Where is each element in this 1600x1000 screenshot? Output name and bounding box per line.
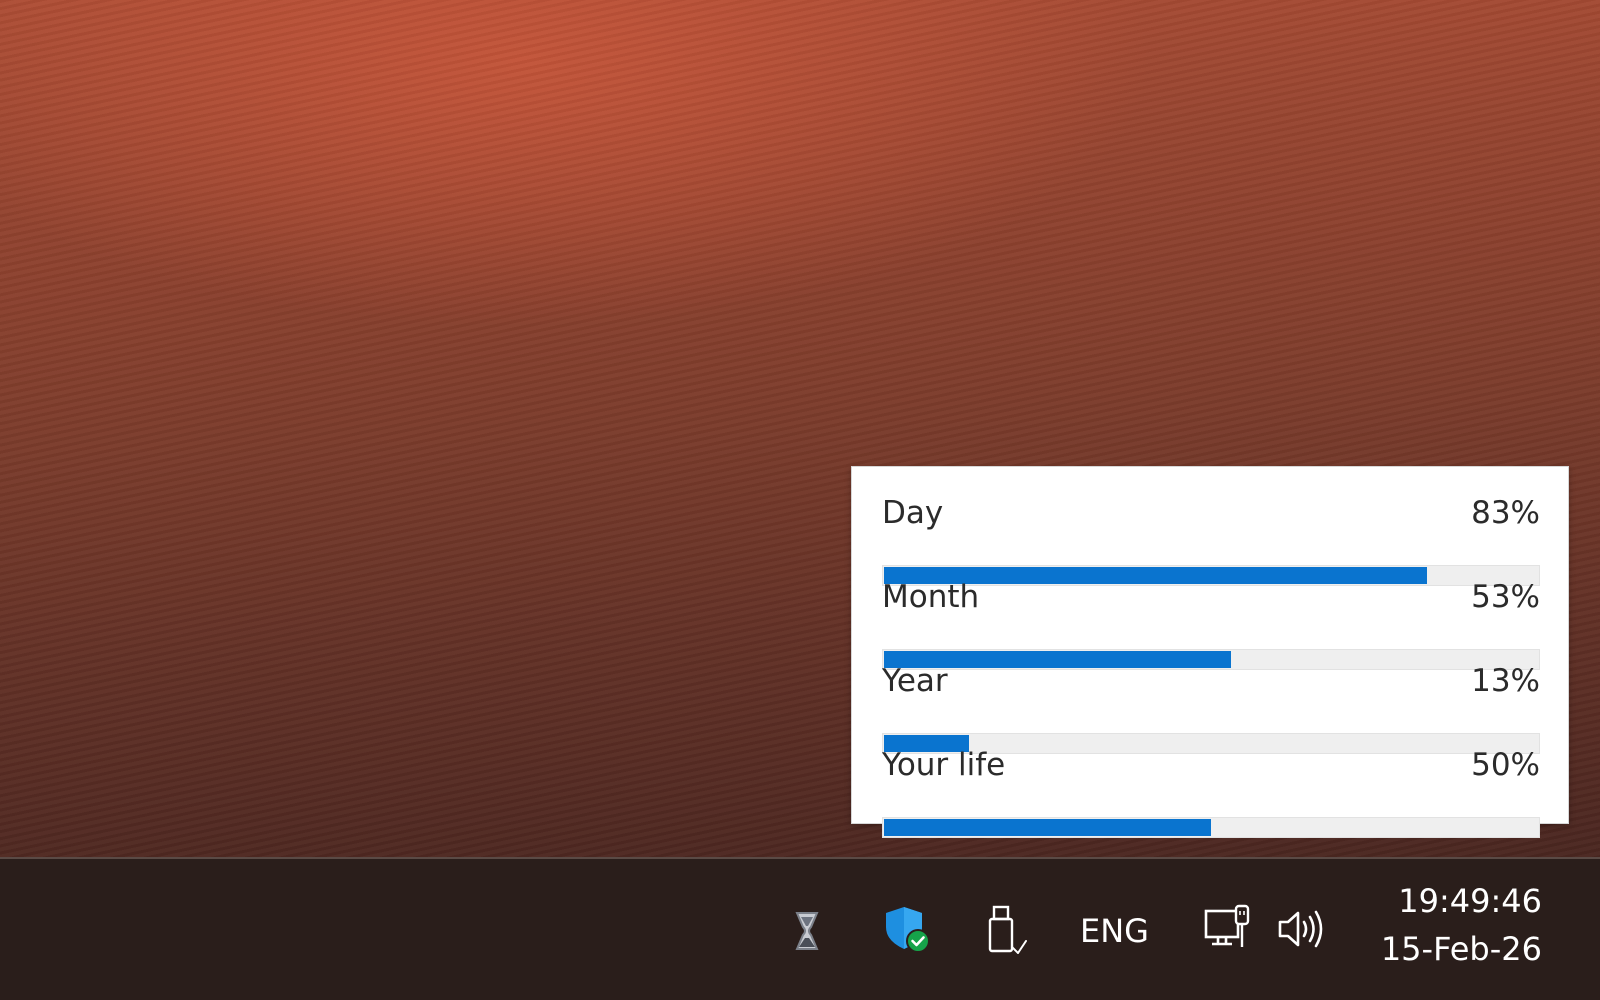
progress-label: Your life xyxy=(882,747,1006,783)
progress-row-month: Month 53% xyxy=(882,577,1540,670)
progress-popup: Day 83% Month 53% Year 13% Your life 50% xyxy=(851,466,1569,838)
volume-icon[interactable] xyxy=(1276,907,1328,951)
usb-drive-icon[interactable] xyxy=(984,903,1030,957)
progress-label: Year xyxy=(882,663,948,699)
progress-value: 53% xyxy=(1471,579,1540,615)
progress-value: 83% xyxy=(1471,495,1540,531)
progress-track xyxy=(882,817,1540,838)
progress-value: 50% xyxy=(1471,747,1540,783)
language-indicator[interactable]: ENG xyxy=(1080,911,1149,951)
windows-security-shield-icon[interactable] xyxy=(880,903,932,955)
hourglass-icon[interactable] xyxy=(787,907,827,955)
network-icon[interactable] xyxy=(1203,903,1255,955)
taskbar: ENG 19:49:46 15-Feb-26 xyxy=(0,857,1600,1000)
progress-row-your-life: Your life 50% xyxy=(882,745,1540,838)
progress-label: Month xyxy=(882,579,980,615)
progress-label: Day xyxy=(882,495,944,531)
progress-row-year: Year 13% xyxy=(882,661,1540,754)
clock-time[interactable]: 19:49:46 xyxy=(1398,881,1542,921)
progress-value: 13% xyxy=(1471,663,1540,699)
clock-date[interactable]: 15-Feb-26 xyxy=(1381,929,1542,969)
progress-fill xyxy=(884,819,1211,836)
progress-row-day: Day 83% xyxy=(882,493,1540,586)
